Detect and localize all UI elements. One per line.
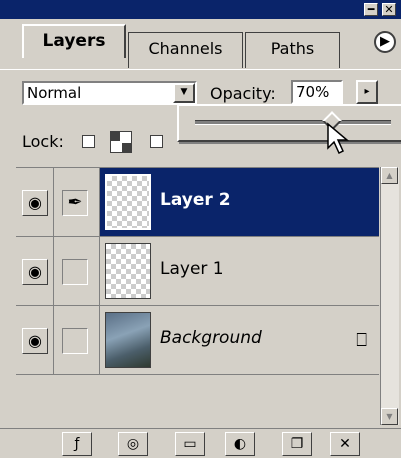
add-mask-button[interactable]: ◎ — [118, 432, 148, 456]
chevron-down-icon[interactable]: ▼ — [173, 83, 195, 103]
opacity-label: Opacity: — [210, 84, 276, 103]
tab-channels[interactable]: Channels — [128, 32, 243, 68]
cursor-arrow-icon — [327, 122, 350, 155]
link-box[interactable] — [62, 328, 88, 354]
layer-thumbnail — [105, 312, 151, 368]
link-cell[interactable] — [54, 237, 100, 305]
link-cell[interactable] — [54, 306, 100, 374]
layer-style-button[interactable]: ƒ — [62, 432, 92, 456]
blend-mode-value: Normal — [27, 84, 82, 102]
layers-list: ◉ ✒ Layer 2 ◉ Layer 1 ◉ Background ⎕ — [16, 167, 379, 428]
adjustment-layer-button[interactable]: ◐ — [225, 432, 255, 456]
link-cell[interactable]: ✒ — [54, 168, 100, 236]
new-set-button[interactable]: ▭ — [175, 432, 205, 456]
layer-row-background[interactable]: ◉ Background ⎕ — [16, 306, 379, 375]
layers-palette: ━ ✕ Layers Channels Paths ▶ Normal ▼ Opa… — [0, 0, 401, 458]
close-button[interactable]: ✕ — [382, 3, 396, 16]
layer-main[interactable]: Layer 1 — [100, 237, 379, 305]
palette-menu-button[interactable]: ▶ — [374, 31, 396, 53]
minimize-button[interactable]: ━ — [364, 3, 378, 16]
lock-transparency-checkbox[interactable] — [82, 135, 95, 148]
tab-layers[interactable]: Layers — [22, 24, 126, 58]
tab-underline — [0, 69, 401, 70]
opacity-input[interactable]: 70% — [291, 80, 343, 104]
opacity-slider-popup[interactable] — [177, 104, 401, 142]
delete-layer-button[interactable]: ✕ — [330, 432, 360, 456]
eye-icon[interactable]: ◉ — [22, 190, 48, 216]
link-box[interactable] — [62, 259, 88, 285]
lock-label: Lock: — [22, 132, 64, 151]
scroll-down-button[interactable]: ▼ — [381, 408, 398, 425]
visibility-cell[interactable]: ◉ — [16, 168, 54, 236]
lock-icon: ⎕ — [356, 330, 367, 351]
layer-row-layer-2[interactable]: ◉ ✒ Layer 2 — [16, 168, 379, 237]
opacity-slider-toggle[interactable]: ▸ — [356, 80, 378, 104]
layer-main[interactable]: Background ⎕ — [100, 306, 379, 374]
layer-thumbnail — [105, 243, 151, 299]
tab-paths[interactable]: Paths — [245, 32, 340, 68]
visibility-cell[interactable]: ◉ — [16, 237, 54, 305]
visibility-cell[interactable]: ◉ — [16, 306, 54, 374]
opacity-slider-track[interactable] — [195, 120, 391, 125]
layers-scrollbar[interactable]: ▲ ▼ — [380, 167, 399, 425]
scroll-up-button[interactable]: ▲ — [381, 167, 398, 184]
lock-image-checkbox[interactable] — [150, 135, 163, 148]
layer-name: Background — [160, 328, 262, 348]
layer-row-layer-1[interactable]: ◉ Layer 1 — [16, 237, 379, 306]
new-layer-button[interactable]: ❐ — [282, 432, 312, 456]
brush-icon[interactable]: ✒ — [62, 190, 88, 216]
eye-icon[interactable]: ◉ — [22, 259, 48, 285]
layers-bottom-toolbar: ƒ ◎ ▭ ◐ ❐ ✕ — [0, 428, 401, 458]
layer-thumbnail — [105, 174, 151, 230]
layer-main[interactable]: Layer 2 — [100, 168, 379, 236]
palette-titlebar[interactable]: ━ ✕ — [0, 0, 401, 19]
layer-name: Layer 1 — [160, 259, 224, 279]
eye-icon[interactable]: ◉ — [22, 328, 48, 354]
blend-mode-select[interactable]: Normal ▼ — [22, 81, 197, 105]
layer-name: Layer 2 — [160, 190, 231, 210]
lock-transparency-icon — [110, 131, 132, 153]
